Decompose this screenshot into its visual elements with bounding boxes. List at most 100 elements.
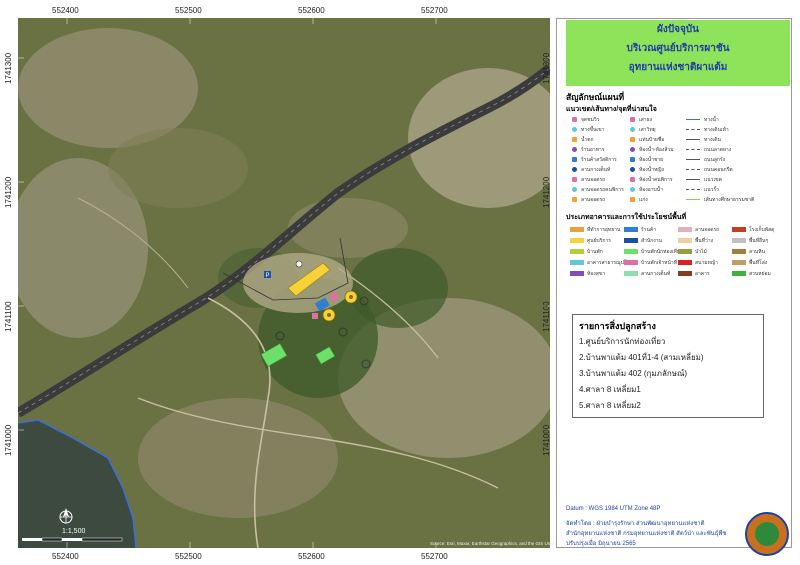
legend-line-label-2: ทางเดินเท้า <box>704 127 729 133</box>
legend-point-col2-label-6: ห้องน้ำหญิง <box>639 167 664 173</box>
legend-point-col1-icon-5 <box>572 157 577 162</box>
svg-text:P: P <box>266 273 270 279</box>
legend-line-label-3: ทางเดิน <box>704 137 721 143</box>
landuse-swatch-13 <box>678 249 692 254</box>
landuse-swatch-2 <box>570 238 584 243</box>
legend-point-col2-icon-5 <box>630 157 635 162</box>
legend-point-col2-icon-3 <box>630 137 635 142</box>
landuse-label-13: ป่าไม้ <box>695 249 707 255</box>
legend-point-col2-icon-9 <box>630 197 635 202</box>
building-item-2: 2.บ้านพาแต้ม 401ที่1-4 (สามเหลี่ยม) <box>579 353 704 362</box>
legend-point-col2-label-7: ห้องน้ำคนพิการ <box>639 177 673 183</box>
legend-point-col1-icon-6 <box>572 167 577 172</box>
legend-point-col1-icon-9 <box>572 197 577 202</box>
x-tick-top-4: 552700 <box>421 6 448 15</box>
legend-point-col1-icon-3 <box>572 137 577 142</box>
legend-point-col1-label-9: ลานจอดรถ <box>581 197 606 203</box>
landuse-label-2: ศูนย์บริการ <box>587 238 611 244</box>
landuse-label-8: บ้านพักนักท่องเที่ยว <box>641 249 683 255</box>
y-tick-right-2: 1741200 <box>542 176 551 208</box>
y-tick-left-1: 1741300 <box>4 52 13 84</box>
landuse-swatch-12 <box>678 238 692 243</box>
legend-line-icon-1 <box>686 119 700 120</box>
legend-point-col1-icon-2 <box>572 127 577 132</box>
aerial-map[interactable]: P 1:1,500 <box>18 18 550 548</box>
legend-heading: สัญลักษณ์แผนที่ <box>566 92 625 102</box>
landuse-label-16: โรงเก็บพัสดุ <box>749 227 775 233</box>
landuse-label-6: ร้านค้า <box>641 227 657 233</box>
updated-text: ปรับปรุงเมื่อ มิถุนายน 2565 <box>566 541 636 547</box>
legend-line-label-1: ทางน้ำ <box>704 117 719 123</box>
landuse-swatch-10 <box>624 271 638 276</box>
landuse-label-20: สวนหย่อม <box>749 271 771 277</box>
landuse-swatch-9 <box>624 260 638 265</box>
department-logo-icon <box>745 512 789 556</box>
restroom-icon <box>330 293 338 301</box>
legend-point-col2-icon-4 <box>630 147 635 152</box>
legend-line-label-5: ถนนลูกรัง <box>704 157 726 163</box>
map-title-line3: อุทยานแห่งชาติผาแต้ม <box>628 62 728 73</box>
x-tick-bottom-1: 552400 <box>52 552 79 561</box>
scale-label: 1:1,500 <box>62 528 86 535</box>
pavilion-1[interactable] <box>344 290 358 304</box>
x-tick-top-1: 552400 <box>52 6 79 15</box>
legend-point-col2-icon-7 <box>630 177 635 182</box>
landuse-label-7: สำนักงาน <box>641 238 662 244</box>
legend-point-col2-label-1: เสาธง <box>639 117 653 123</box>
legend-line-icon-2 <box>686 129 700 130</box>
landuse-swatch-18 <box>732 249 746 254</box>
landuse-label-9: บ้านพักเจ้าหน้าที่ <box>641 260 677 266</box>
legend-point-col2-icon-8 <box>630 187 635 192</box>
building-list: รายการสิ่งปลูกสร้าง 1.ศูนย์บริการนักท่อง… <box>572 314 764 418</box>
legend-subheading: แนวเขต/เส้นทาง/จุดที่น่าสนใจ <box>566 106 657 113</box>
landuse-swatch-19 <box>732 260 746 265</box>
landuse-label-1: ที่ทำการอุทยาน <box>587 227 621 233</box>
made-by-text: จัดทำโดย : ฝ่ายบำรุงรักษา ส่วนพัฒนาอุทยา… <box>566 521 705 527</box>
x-tick-bottom-4: 552700 <box>421 552 448 561</box>
legend-point-col2-label-9: แก่ง <box>639 197 648 203</box>
datum-text: Datum : WGS 1984 UTM Zone 48P <box>566 506 661 512</box>
landuse-swatch-8 <box>624 249 638 254</box>
building-item-5: 5.ศาลา 8 เหลี่ยม2 <box>579 401 641 410</box>
y-tick-left-2: 1741200 <box>4 176 13 208</box>
legend-line-label-7: แนวเขต <box>704 177 722 183</box>
landuse-label-14: สนามหญ้า <box>695 260 718 266</box>
landuse-label-18: ลานหิน <box>749 249 766 255</box>
pavilion-2[interactable] <box>322 308 336 322</box>
landuse-swatch-6 <box>624 227 638 232</box>
legend-line-icon-9 <box>686 199 700 200</box>
landuse-label-12: พื้นที่ว่าง <box>695 238 714 244</box>
shop-icon <box>312 313 318 319</box>
legend-line-icon-3 <box>686 139 700 140</box>
landuse-swatch-16 <box>732 227 746 232</box>
legend-line-icon-4 <box>686 149 700 150</box>
office-text: สำนักอุทยานแห่งชาติ กรมอุทยานแห่งชาติ สั… <box>566 531 727 537</box>
y-tick-right-3: 1741100 <box>542 301 551 332</box>
legend-point-col2-label-8: ห้องอาบน้ำ <box>639 187 663 193</box>
y-tick-right-4: 1741000 <box>542 424 551 456</box>
legend-point-col2-icon-2 <box>630 127 635 132</box>
map-title-box: ผังปัจจุบัน บริเวณศูนย์บริการผาชัน อุทยา… <box>566 20 790 86</box>
landuse-label-3: บ้านพัก <box>587 249 603 255</box>
legend-point-col1-label-3: น้ำตก <box>581 137 594 143</box>
legend-point-col2-label-3: แท่นป้ายชื่อ <box>639 137 665 143</box>
y-tick-right-1: 1741300 <box>542 52 551 84</box>
legend-line-label-9: เส้นทางศึกษาธรรมชาติ <box>704 197 755 203</box>
landuse-swatch-7 <box>624 238 638 243</box>
landuse-label-11: ลานจอดรถ <box>695 227 720 233</box>
landuse-swatch-15 <box>678 271 692 276</box>
legend-line-icon-7 <box>686 179 700 180</box>
legend-point-col2-icon-6 <box>630 167 635 172</box>
legend-line-icon-6 <box>686 169 700 170</box>
x-tick-bottom-2: 552500 <box>175 552 202 561</box>
legend-point-col1-label-8: ลานจอดรถคนพิการ <box>581 187 624 193</box>
map-title-line1: ผังปัจจุบัน <box>657 24 699 35</box>
map-title-line2: บริเวณศูนย์บริการผาชัน <box>626 43 730 54</box>
building-item-4: 4.ศาลา 8 เหลี่ยม1 <box>579 385 641 394</box>
building-item-1: 1.ศูนย์บริการนักท่องเที่ยว <box>579 337 666 346</box>
legend-line-icon-5 <box>686 159 700 160</box>
legend-point-col1-icon-8 <box>572 187 577 192</box>
legend-point-col2-label-5: ห้องน้ำชาย <box>639 157 664 163</box>
legend-line-icon-8 <box>686 189 700 190</box>
legend-point-col2-label-2: เสาวิทยุ <box>639 127 656 133</box>
